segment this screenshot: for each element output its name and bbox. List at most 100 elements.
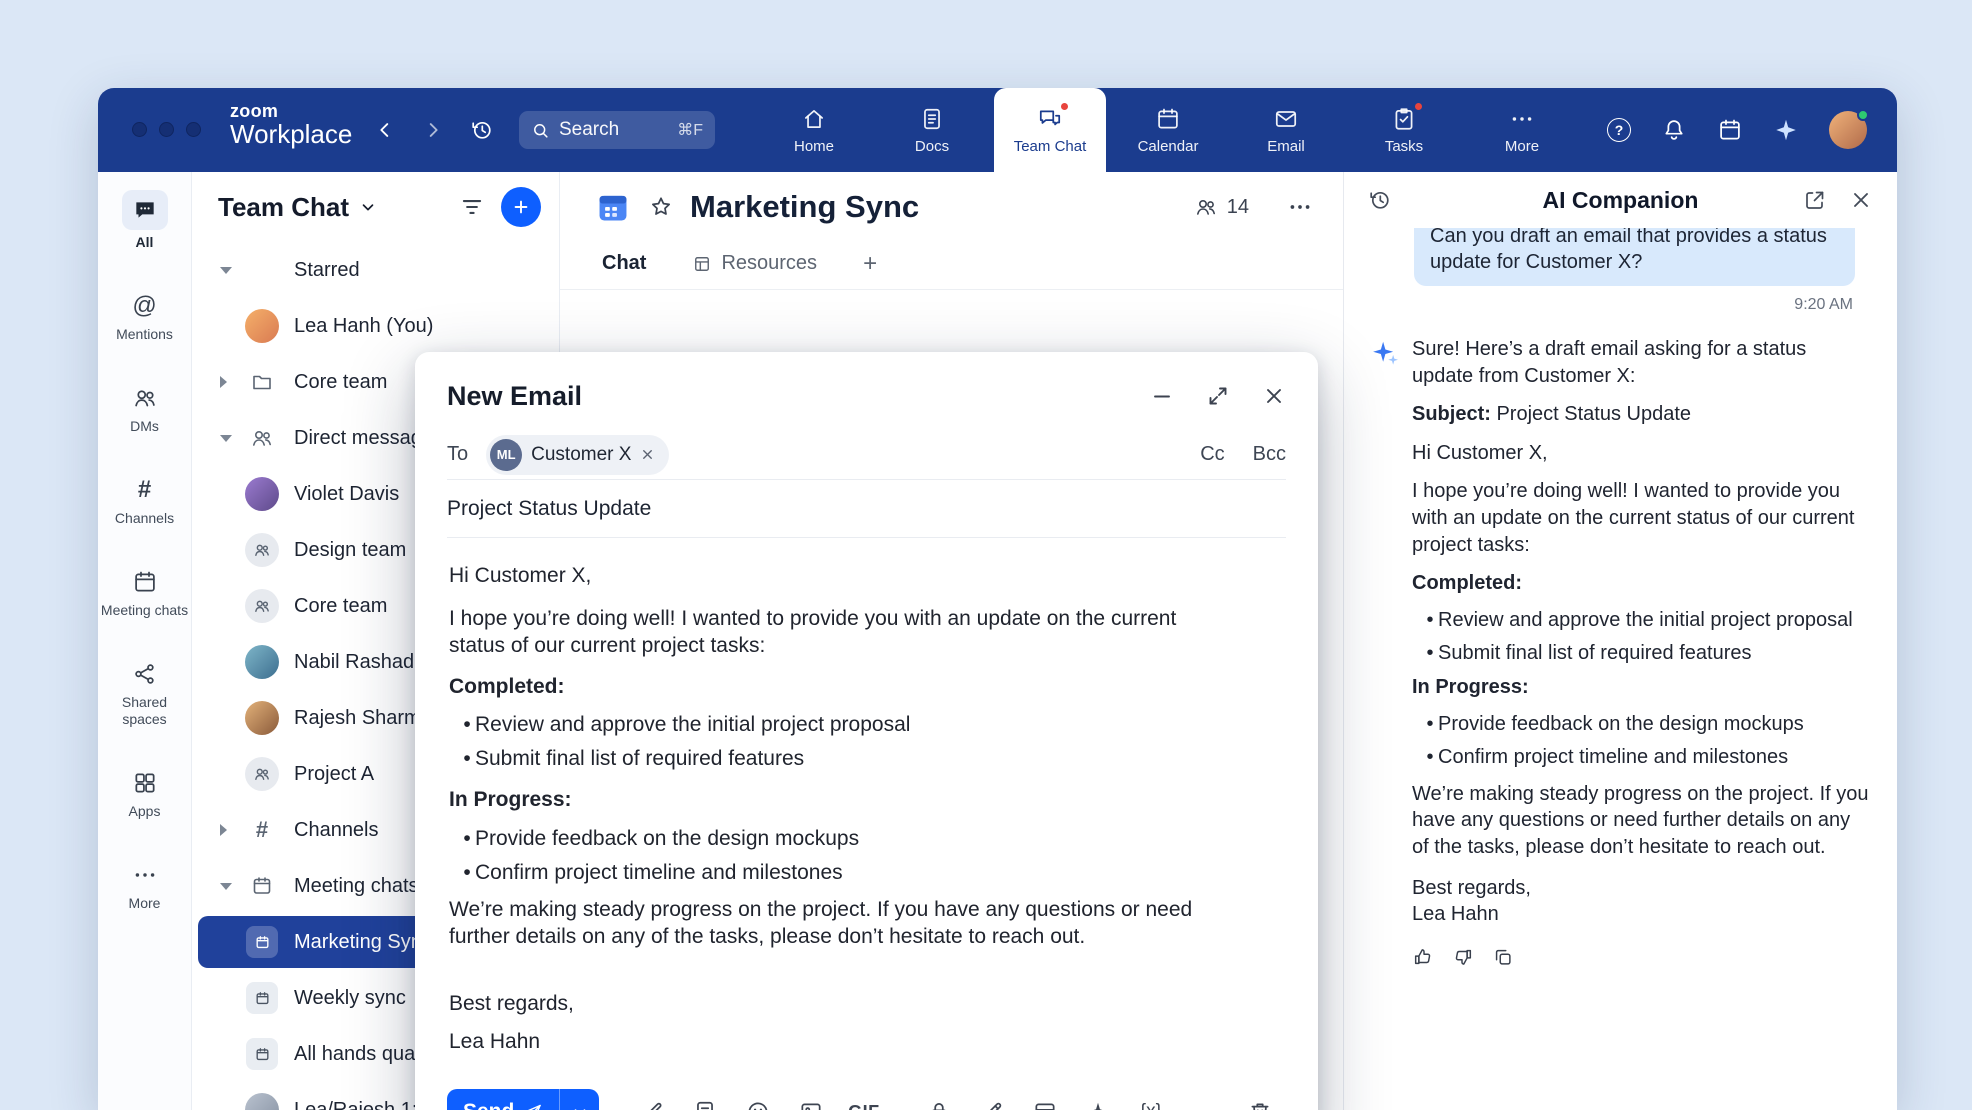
window-close-button[interactable]: [132, 122, 147, 137]
window-minimize-button[interactable]: [159, 122, 174, 137]
sidebar-item-lea-hanh[interactable]: Lea Hanh (You): [192, 298, 559, 354]
avatar: [245, 701, 279, 735]
thumbs-down-icon[interactable]: [1452, 946, 1474, 968]
filter-icon[interactable]: [459, 194, 485, 220]
nav-email[interactable]: Email: [1230, 88, 1342, 172]
nav-team-chat[interactable]: Team Chat: [994, 88, 1106, 172]
team-chat-icon: [1037, 106, 1063, 132]
remove-recipient-icon[interactable]: [640, 447, 655, 462]
cc-button[interactable]: Cc: [1200, 443, 1224, 466]
user-avatar[interactable]: [1829, 111, 1867, 149]
search-input[interactable]: Search ⌘F: [519, 111, 715, 149]
email-body-editor[interactable]: Hi Customer X, I hope you’re doing well!…: [415, 538, 1318, 1086]
meeting-calendar-badge-icon: [594, 188, 632, 226]
subject-input[interactable]: Project Status Update: [447, 497, 651, 521]
email-completed-item: •Review and approve the initial project …: [449, 711, 1228, 738]
zoom-workplace-logo: zoom Workplace: [230, 102, 352, 148]
modal-close-icon[interactable]: [1262, 384, 1286, 408]
layout-snippet-icon[interactable]: [1018, 1089, 1071, 1110]
toolbar-more-icon[interactable]: [1177, 1089, 1230, 1110]
copy-icon[interactable]: [1492, 946, 1514, 968]
calendar-icon: [1155, 106, 1181, 132]
ai-companion-topbar-icon[interactable]: [1773, 117, 1799, 143]
meeting-icon: [246, 926, 278, 958]
tab-add[interactable]: +: [863, 250, 877, 278]
email-signature: Best regards, Lea Hahn: [449, 990, 1228, 1055]
email-closing: We’re making steady progress on the proj…: [449, 896, 1228, 950]
window-controls: [132, 122, 201, 137]
members-count[interactable]: 14: [1194, 195, 1249, 219]
caret-down-icon: [220, 883, 240, 890]
variable-icon[interactable]: {x}: [1124, 1089, 1177, 1110]
search-placeholder: Search: [559, 119, 619, 141]
home-icon: [801, 106, 827, 132]
signature-icon[interactable]: [625, 1089, 678, 1110]
trash-icon[interactable]: [1233, 1089, 1286, 1110]
notifications-bell-icon[interactable]: [1661, 117, 1687, 143]
rail-channels[interactable]: # Channels: [100, 474, 190, 526]
back-button[interactable]: [374, 119, 396, 141]
modal-minimize-icon[interactable]: [1150, 384, 1174, 408]
ai-response-subject: Subject: Project Status Update: [1412, 401, 1871, 428]
ai-history-icon[interactable]: [1368, 188, 1392, 212]
email-inprogress-item: •Provide feedback on the design mockups: [449, 825, 1228, 852]
rail-dms[interactable]: DMs: [100, 382, 190, 434]
modal-expand-icon[interactable]: [1206, 384, 1230, 408]
forward-button[interactable]: [422, 119, 444, 141]
emoji-icon[interactable]: [731, 1089, 784, 1110]
thumbs-up-icon[interactable]: [1412, 946, 1434, 968]
team-chat-notification-dot: [1059, 101, 1070, 112]
star-icon[interactable]: [648, 194, 674, 220]
chat-more-options-icon[interactable]: [1287, 194, 1313, 220]
sidebar-section-starred[interactable]: Starred: [192, 242, 559, 298]
help-icon[interactable]: ?: [1607, 118, 1631, 142]
history-icon[interactable]: [470, 118, 494, 142]
to-label: To: [447, 443, 468, 466]
nav-calendar[interactable]: Calendar: [1112, 88, 1224, 172]
encrypt-lock-icon[interactable]: [912, 1089, 965, 1110]
send-button[interactable]: Send: [447, 1089, 559, 1110]
new-chat-button[interactable]: [501, 187, 541, 227]
sidebar-title-dropdown[interactable]: Team Chat: [218, 192, 377, 223]
calendar-quick-icon[interactable]: [1717, 117, 1743, 143]
nav-tasks[interactable]: Tasks: [1348, 88, 1460, 172]
nav-home[interactable]: Home: [758, 88, 870, 172]
brand-zoom: zoom: [230, 102, 352, 121]
meeting-chats-icon: [122, 566, 168, 598]
window-zoom-button[interactable]: [186, 122, 201, 137]
gif-icon[interactable]: GIF: [837, 1089, 890, 1110]
rail-more[interactable]: More: [100, 859, 190, 911]
rail-all[interactable]: All: [100, 190, 190, 250]
search-icon: [531, 121, 550, 140]
rail-mentions[interactable]: @ Mentions: [100, 290, 190, 342]
send-options-button[interactable]: [559, 1089, 599, 1110]
email-inprogress-heading: In Progress:: [449, 786, 1228, 813]
zoom-workplace-window: zoom Workplace Search ⌘F: [98, 88, 1897, 1110]
template-icon[interactable]: [678, 1089, 731, 1110]
dms-people-icon: [122, 382, 168, 414]
email-greeting: Hi Customer X,: [449, 562, 1228, 589]
tab-resources[interactable]: Resources: [692, 252, 817, 275]
hash-icon: #: [256, 817, 268, 843]
open-in-window-icon[interactable]: [1803, 188, 1827, 212]
chevron-down-icon: [359, 198, 377, 216]
ai-compose-icon[interactable]: [1071, 1089, 1124, 1110]
send-plane-icon: [523, 1102, 543, 1110]
top-navigation-bar: zoom Workplace Search ⌘F: [98, 88, 1897, 172]
nav-more[interactable]: More: [1466, 88, 1578, 172]
email-completed-heading: Completed:: [449, 673, 1228, 700]
image-icon[interactable]: [784, 1089, 837, 1110]
left-icon-rail: All @ Mentions DMs # Channels Meeting: [98, 172, 192, 1110]
tab-chat[interactable]: Chat: [602, 252, 646, 275]
email-icon: [1273, 106, 1299, 132]
bcc-button[interactable]: Bcc: [1253, 443, 1286, 466]
ai-response: Sure! Here’s a draft email asking for a …: [1412, 336, 1871, 968]
rail-apps[interactable]: Apps: [100, 767, 190, 819]
rail-meeting-chats[interactable]: Meeting chats: [100, 566, 190, 618]
recipient-chip[interactable]: ML Customer X: [486, 435, 669, 475]
ai-close-icon[interactable]: [1849, 188, 1873, 212]
rail-shared-spaces[interactable]: Shared spaces: [100, 658, 190, 726]
primary-nav: Home Docs Team Chat Calendar: [758, 88, 1578, 172]
edit-pencil-icon[interactable]: [965, 1089, 1018, 1110]
nav-docs[interactable]: Docs: [876, 88, 988, 172]
